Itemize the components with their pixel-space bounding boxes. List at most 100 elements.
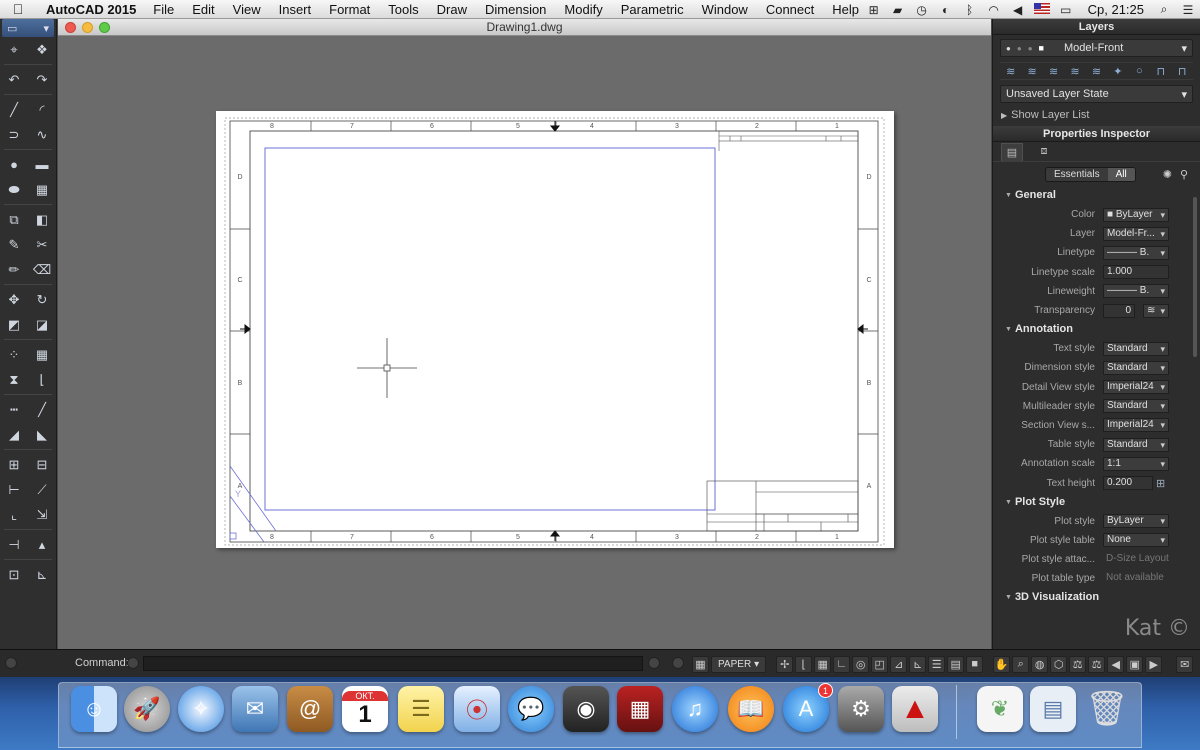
command-customize-button[interactable] <box>672 657 684 669</box>
command-options-button[interactable] <box>648 657 660 669</box>
dynamic-ucs-icon[interactable]: ⊿ <box>890 655 908 673</box>
menu-draw[interactable]: Draw <box>437 2 467 17</box>
menu-view[interactable]: View <box>233 2 261 17</box>
ellipse-tool-icon[interactable]: ⬬ <box>5 181 23 199</box>
show-layer-list-toggle[interactable]: ▶ Show Layer List <box>1001 107 1192 123</box>
layer-dropdown[interactable]: Model-Fr... <box>1103 226 1169 241</box>
battery-icon[interactable]: ▭ <box>1054 3 1078 17</box>
section-view-style-dropdown[interactable]: Imperial24 <box>1103 418 1169 433</box>
measure-tool-icon[interactable]: ⊡ <box>5 566 23 584</box>
select-tool-icon[interactable]: ⌖ <box>5 41 23 59</box>
layer-isolate-icon[interactable]: ≋ <box>1066 65 1084 78</box>
array-tool-icon[interactable]: ▦ <box>33 346 51 364</box>
spotlight-search-icon[interactable]: ⌕ <box>1152 2 1176 17</box>
dimension-aligned-icon[interactable]: ⟋ <box>33 481 51 499</box>
zoom-window-button[interactable] <box>99 22 110 33</box>
create-block-icon[interactable]: ⊟ <box>33 456 51 474</box>
linetype-dropdown[interactable]: ——— B. <box>1103 245 1169 260</box>
layer-previous-icon[interactable]: ≋ <box>1045 65 1063 78</box>
join-tool-icon[interactable]: ╱ <box>33 401 51 419</box>
object-properties-tab-icon[interactable]: ▤ <box>1001 142 1023 161</box>
plot-style-dropdown[interactable]: ByLayer <box>1103 514 1169 529</box>
system-preferences-icon[interactable]: ⚙ <box>838 686 884 732</box>
multileader-style-dropdown[interactable]: Standard <box>1103 399 1169 414</box>
facetime-icon[interactable]: ◉ <box>563 686 609 732</box>
match-properties-icon[interactable]: ✎ <box>5 236 23 254</box>
messages-icon[interactable]: 💬 <box>508 686 554 732</box>
annotation-scale-dropdown[interactable]: 1:1 <box>1103 456 1169 471</box>
zoom-icon[interactable]: ⌕ <box>1012 655 1030 673</box>
general-section-header[interactable]: General <box>993 186 1200 205</box>
undo-icon[interactable]: ↶ <box>5 71 23 89</box>
circle-tool-icon[interactable]: ● <box>5 156 23 174</box>
ortho-icon[interactable]: ⌊ <box>795 655 813 673</box>
block-tool-icon[interactable]: ◧ <box>33 211 51 229</box>
linetype-scale-input[interactable]: 1.000 <box>1103 265 1169 280</box>
text-tool-icon[interactable]: ⇲ <box>33 506 51 524</box>
input-source-flag-icon[interactable] <box>1030 2 1054 17</box>
dimension-linear-icon[interactable]: ⊢ <box>5 481 23 499</box>
layer-freeze-icon[interactable]: ● <box>1017 44 1022 53</box>
palette-selector[interactable]: ▭ ▾ <box>2 19 54 37</box>
layer-match-icon[interactable]: ≋ <box>1023 65 1041 78</box>
pick-point-icon[interactable]: ⊞ <box>1156 477 1165 490</box>
annotation-scale-icon[interactable]: ⚖ <box>1069 655 1087 673</box>
break-tool-icon[interactable]: ┅ <box>5 401 23 419</box>
menu-window[interactable]: Window <box>702 2 748 17</box>
layout-grid-icon[interactable]: ▦ <box>692 655 709 673</box>
ibooks-icon[interactable]: 📖 <box>728 686 774 732</box>
offset-tool-icon[interactable]: ⁘ <box>5 346 23 364</box>
auto-scale-icon[interactable]: ⚖ <box>1088 655 1106 673</box>
menu-edit[interactable]: Edit <box>192 2 214 17</box>
pan-icon[interactable]: ✋ <box>993 655 1011 673</box>
arc-tool-icon[interactable]: ◜ <box>33 101 51 119</box>
layer-lock-icon[interactable]: ● <box>1028 44 1033 53</box>
autocad-icon[interactable]: ▲ <box>892 686 938 732</box>
quick-select-icon[interactable]: ❖ <box>33 41 51 59</box>
current-layer-dropdown[interactable]: ● ● ● ■ Model-Front ▾ <box>1000 39 1193 57</box>
orbit-icon[interactable]: ◍ <box>1031 655 1049 673</box>
osnap-icon[interactable]: ◎ <box>852 655 870 673</box>
app-menu[interactable]: AutoCAD 2015 <box>46 2 136 17</box>
apple-menu-icon[interactable]:  <box>0 1 36 17</box>
close-window-button[interactable] <box>65 22 76 33</box>
launchpad-icon[interactable]: 🚀 <box>124 686 170 732</box>
dimension-style-dropdown[interactable]: Standard <box>1103 360 1169 375</box>
explode-tool-icon[interactable]: ◣ <box>33 426 51 444</box>
maps-icon[interactable]: ⦿ <box>454 686 500 732</box>
table-style-dropdown[interactable]: Standard <box>1103 437 1169 452</box>
document-stack-icon[interactable]: ❦ <box>977 686 1023 732</box>
safari-icon[interactable]: ✧ <box>178 686 224 732</box>
plot-style-table-dropdown[interactable]: None <box>1103 533 1169 548</box>
menu-file[interactable]: File <box>153 2 174 17</box>
next-layout-icon[interactable]: ▶ <box>1145 655 1163 673</box>
paper-model-toggle[interactable]: PAPER ▾ <box>711 655 767 673</box>
line-tool-icon[interactable]: ╱ <box>5 101 23 119</box>
annotation-section-header[interactable]: Annotation <box>993 320 1200 339</box>
menu-modify[interactable]: Modify <box>564 2 602 17</box>
rotate-tool-icon[interactable]: ↻ <box>33 291 51 309</box>
menu-tools[interactable]: Tools <box>388 2 418 17</box>
command-history-button[interactable] <box>127 657 139 669</box>
menu-format[interactable]: Format <box>329 2 370 17</box>
selection-cycling-icon[interactable]: ■ <box>966 655 984 673</box>
menu-dimension[interactable]: Dimension <box>485 2 546 17</box>
insert-block-icon[interactable]: ⊞ <box>5 456 23 474</box>
clock[interactable]: Ср, 21:25 <box>1088 2 1144 17</box>
command-close-button[interactable] <box>5 657 17 669</box>
folder-icon[interactable]: ▰ <box>886 3 910 17</box>
layer-manager-icon[interactable]: ≋ <box>1002 65 1020 78</box>
layer-color-icon[interactable]: ■ <box>1039 43 1044 53</box>
notes-icon[interactable]: ☰ <box>398 686 444 732</box>
copy-tool-icon[interactable]: ⧉ <box>5 211 23 229</box>
plot-style-section-header[interactable]: Plot Style <box>993 493 1200 512</box>
layer-on-icon[interactable]: ● <box>1006 44 1011 53</box>
redo-icon[interactable]: ↷ <box>33 71 51 89</box>
workspace-icon[interactable]: ✉ <box>1176 655 1194 673</box>
transparency-mode-icon[interactable]: ≋ <box>1143 303 1169 318</box>
dimension-tool-icon[interactable]: ⊣ <box>5 536 23 554</box>
layout-icon[interactable]: ▣ <box>1126 655 1144 673</box>
bluetooth-icon[interactable]: ᛒ <box>958 3 982 17</box>
screen-sharing-icon[interactable]: ⊞ <box>862 3 886 17</box>
essentials-button[interactable]: Essentials <box>1046 167 1108 181</box>
